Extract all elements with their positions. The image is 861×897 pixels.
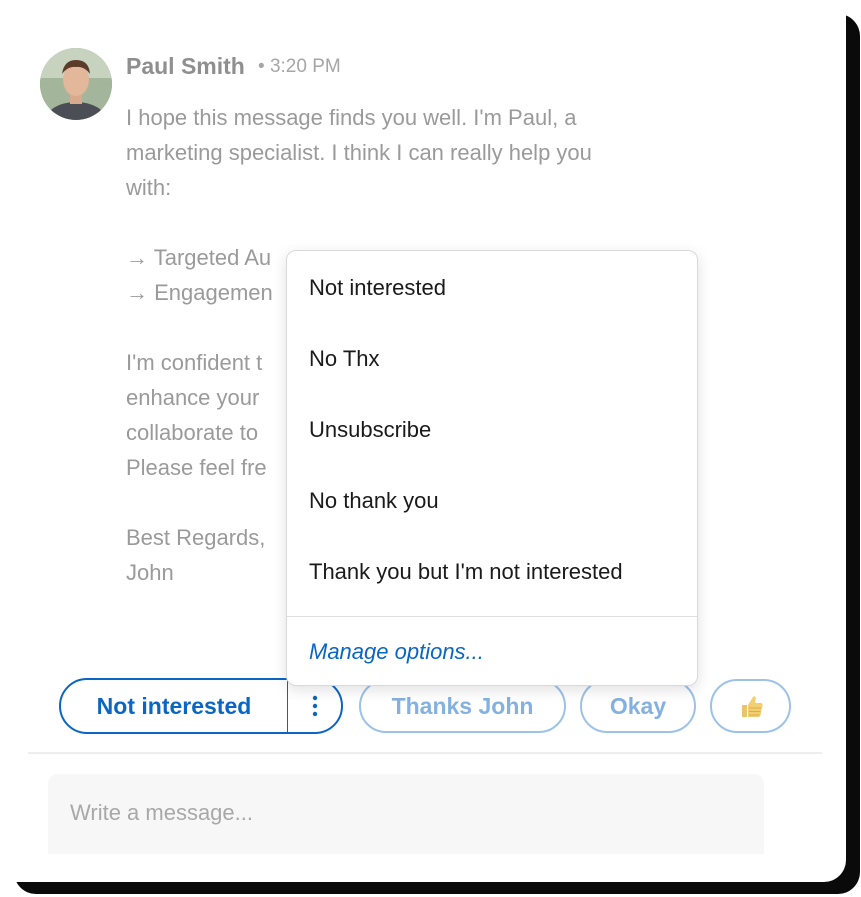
thumbs-up-chip[interactable] [710, 679, 791, 733]
vertical-ellipsis-icon [312, 695, 317, 717]
conversation-card: Paul Smith • 3:20 PM I hope this message… [0, 0, 846, 882]
composer-divider [28, 752, 822, 754]
menu-item-unsubscribe[interactable]: Unsubscribe [309, 417, 431, 443]
dot-separator: • [258, 56, 270, 77]
thanks-john-chip[interactable]: Thanks John [359, 679, 566, 733]
menu-item-thank-you-not-interested[interactable]: Thank you but I'm not interested [309, 559, 623, 585]
menu-item-no-thank-you[interactable]: No thank you [309, 488, 439, 514]
menu-item-not-interested[interactable]: Not interested [309, 275, 446, 301]
quick-reply-dropdown: Not interested No Thx Unsubscribe No tha… [286, 250, 698, 686]
sender-name[interactable]: Paul Smith [126, 53, 245, 80]
message-composer[interactable]: Write a message... [48, 774, 764, 854]
not-interested-button[interactable]: Not interested [61, 680, 288, 732]
okay-chip[interactable]: Okay [580, 679, 696, 733]
message-line: I hope this message finds you well. I'm … [126, 105, 577, 130]
thumbs-up-emoji-icon [741, 696, 763, 717]
avatar[interactable] [40, 48, 112, 120]
message-line [126, 205, 696, 240]
avatar-photo-icon [40, 48, 112, 120]
manage-options-link[interactable]: Manage options... [309, 639, 484, 665]
more-replies-button[interactable] [288, 680, 341, 732]
menu-item-no-thx[interactable]: No Thx [309, 346, 380, 372]
message-input-placeholder: Write a message... [70, 800, 253, 825]
message-line: with: [126, 175, 172, 200]
time-text: 3:20 PM [269, 56, 341, 77]
message-line: marketing specialist. I think I can real… [126, 140, 592, 165]
message-timestamp: • 3:20 PM [258, 56, 341, 78]
not-interested-split-button: Not interested [59, 678, 343, 734]
menu-divider [287, 616, 697, 617]
